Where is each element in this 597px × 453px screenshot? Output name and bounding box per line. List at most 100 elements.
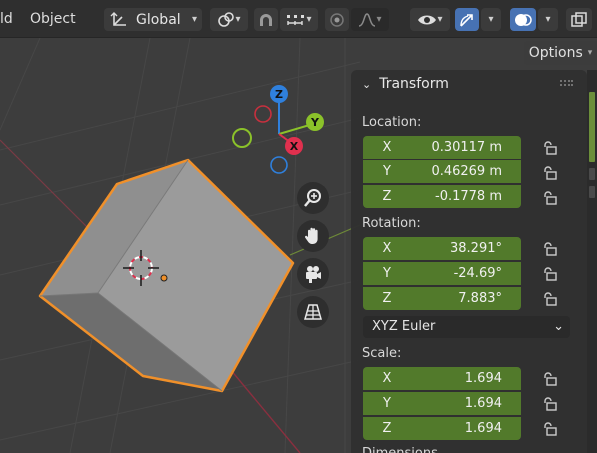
lock-icon[interactable]: [541, 291, 557, 307]
chevron-down-icon: ▾: [376, 14, 382, 25]
chevron-down-icon: ▾: [191, 14, 197, 25]
proportional-falloff-dropdown[interactable]: ▾: [351, 8, 389, 31]
field-value: 1.694: [464, 396, 502, 411]
scale-z-field[interactable]: Z 1.694: [363, 417, 521, 440]
axis-label: Y: [383, 396, 391, 411]
lock-icon[interactable]: [541, 371, 557, 387]
perspective-grid-icon: [304, 304, 322, 320]
overlay-icon: [515, 13, 532, 26]
axis-label: Y: [383, 266, 391, 281]
camera-icon: [306, 266, 321, 283]
chevron-down-icon: ▾: [437, 14, 443, 25]
transform-pivot-icon: [218, 11, 235, 27]
scale-y-field[interactable]: Y 1.694: [363, 392, 521, 415]
scale-label: Scale:: [362, 346, 402, 361]
chevron-down-icon: ⌄: [553, 319, 564, 334]
chevron-down-icon: ▾: [587, 48, 593, 58]
xray-icon: [571, 11, 587, 27]
chevron-down-icon: ⌄: [362, 77, 372, 91]
field-value: 1.694: [464, 371, 502, 386]
menu-object[interactable]: Object: [30, 0, 76, 38]
transform-orientation-icon: [110, 11, 126, 26]
chevron-down-icon: ▾: [545, 14, 551, 25]
zoom-button[interactable]: [297, 182, 329, 214]
location-label: Location:: [362, 115, 422, 130]
tab-item[interactable]: [589, 92, 595, 162]
axis-label: Z: [382, 189, 392, 204]
gizmo-icon: [460, 13, 473, 27]
section-title: Transform: [379, 76, 449, 92]
drag-handle-icon[interactable]: [559, 79, 573, 87]
orientation-value: Global: [136, 11, 181, 28]
selected-cube[interactable]: [38, 158, 295, 393]
field-value: 0.30117 m: [431, 140, 502, 155]
object-origin: [160, 274, 168, 282]
location-z-field[interactable]: Z -0.1778 m: [363, 185, 521, 208]
lock-icon[interactable]: [541, 396, 557, 412]
rotation-y-field[interactable]: Y -24.69°: [363, 262, 521, 285]
orientation-dropdown[interactable]: Global ▾: [104, 8, 202, 31]
overlay-dropdown[interactable]: ▾: [538, 8, 558, 31]
axis-label: X: [382, 371, 392, 386]
gizmo-y-label: Y: [310, 116, 320, 129]
lock-icon[interactable]: [541, 421, 557, 437]
lock-icon[interactable]: [541, 266, 557, 282]
gizmo-toggle[interactable]: [455, 8, 479, 31]
snap-increment-icon: [287, 14, 305, 25]
chevron-down-icon: ▾: [235, 14, 241, 25]
chevron-down-icon: ▾: [306, 14, 312, 25]
tab-view[interactable]: [589, 186, 595, 198]
lock-icon[interactable]: [541, 241, 557, 257]
falloff-curve-icon: [359, 12, 376, 27]
options-button[interactable]: Options ▾: [524, 41, 597, 65]
location-x-field[interactable]: X 0.30117 m: [363, 136, 521, 159]
lock-icon[interactable]: [541, 165, 557, 181]
snap-toggle[interactable]: [254, 8, 278, 31]
lock-icon[interactable]: [541, 190, 557, 206]
field-value: -24.69°: [453, 266, 502, 281]
snap-target-dropdown[interactable]: ▾: [280, 8, 318, 31]
field-value: 0.46269 m: [431, 164, 502, 179]
options-label: Options: [528, 45, 583, 61]
rotation-label: Rotation:: [362, 216, 421, 231]
hand-pan-icon: [304, 227, 318, 244]
tab-tool[interactable]: [589, 168, 595, 180]
pan-button[interactable]: [297, 220, 329, 252]
gizmo-x-label: X: [290, 140, 299, 153]
perspective-toggle-button[interactable]: [297, 296, 329, 328]
lock-icon[interactable]: [541, 140, 557, 156]
camera-view-button[interactable]: [297, 258, 329, 290]
rotation-z-field[interactable]: Z 7.883°: [363, 287, 521, 310]
axis-label: Y: [383, 164, 391, 179]
scale-x-field[interactable]: X 1.694: [363, 367, 521, 390]
rotation-mode-select[interactable]: XYZ Euler ⌄: [363, 316, 570, 338]
sidebar-tab-strip: [587, 70, 597, 453]
axis-label: Z: [382, 291, 392, 306]
viewport-header: ld Object Global ▾ ▾ ▾ ▾ ▾ ▾ ▾: [0, 0, 597, 38]
pivot-point-dropdown[interactable]: ▾: [210, 8, 248, 31]
chevron-down-icon: ▾: [488, 14, 494, 25]
visibility-dropdown[interactable]: ▾: [410, 8, 450, 31]
field-value: 38.291°: [450, 241, 502, 256]
gizmo-dropdown[interactable]: ▾: [481, 8, 501, 31]
xray-toggle[interactable]: [566, 8, 592, 31]
gizmo-z-label: Z: [275, 88, 283, 101]
proportional-edit-toggle[interactable]: [325, 8, 349, 31]
rotation-mode-value: XYZ Euler: [372, 319, 436, 334]
snap-magnet-icon: [260, 13, 272, 26]
zoom-icon: [304, 189, 321, 207]
field-value: 1.694: [464, 421, 502, 436]
rotation-x-field[interactable]: X 38.291°: [363, 237, 521, 260]
overlay-toggle[interactable]: [510, 8, 536, 31]
location-y-field[interactable]: Y 0.46269 m: [363, 160, 521, 183]
menu-view[interactable]: ld: [0, 0, 13, 38]
axis-label: X: [382, 140, 392, 155]
transform-section-header[interactable]: ⌄ Transform: [362, 76, 449, 92]
dimensions-label: Dimensions: [362, 444, 438, 453]
sidebar-item-panel: ⌄ Transform Location: X 0.30117 m Y 0.46…: [351, 70, 587, 453]
axis-label: X: [382, 241, 392, 256]
visibility-eye-icon: [418, 15, 437, 24]
field-value: -0.1778 m: [435, 189, 502, 204]
axis-label: Z: [382, 421, 392, 436]
proportional-edit-icon: [330, 12, 344, 27]
